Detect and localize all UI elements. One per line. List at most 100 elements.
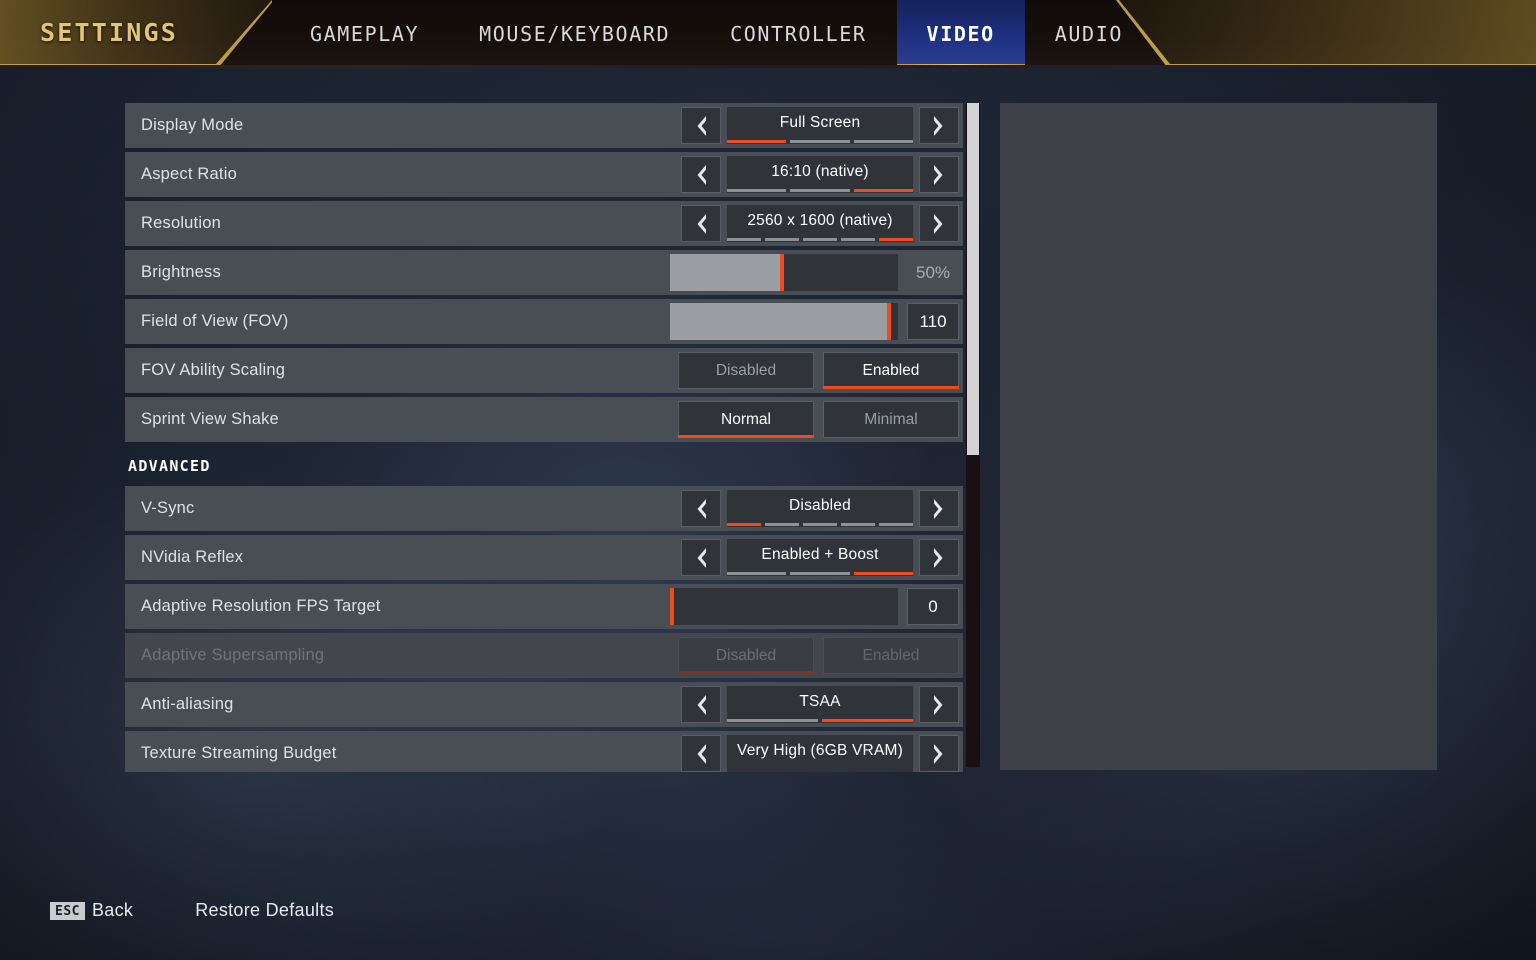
tab-mouse-keyboard[interactable]: MOUSE/KEYBOARD	[449, 0, 700, 68]
setting-label-adaptive-supersampling: Adaptive Supersampling	[141, 646, 325, 664]
chevron-left-icon[interactable]	[681, 107, 721, 144]
setting-control-brightness: 50%	[670, 250, 959, 295]
segment	[853, 572, 913, 575]
segment	[790, 140, 850, 143]
setting-row-nvidia-reflex[interactable]: NVidia Reflex Enabled + Boost	[125, 535, 963, 580]
spinner-value-texture-streaming-budget[interactable]: Very High (6GB VRAM)	[727, 735, 913, 772]
slider-adaptive-resolution-fps-target[interactable]	[670, 588, 898, 625]
toggle-sprint-view-shake-minimal[interactable]: Minimal	[823, 401, 959, 438]
setting-control-nvidia-reflex: Enabled + Boost	[681, 535, 959, 580]
spinner-value-text: 2560 x 1600 (native)	[747, 212, 893, 229]
segment	[841, 523, 875, 526]
chevron-left-icon[interactable]	[681, 686, 721, 723]
toggle-fov-ability-scaling-disabled[interactable]: Disabled	[678, 352, 814, 389]
tab-video[interactable]: VIDEO	[896, 0, 1025, 68]
spinner-value-text: Full Screen	[779, 114, 861, 131]
back-button[interactable]: Back	[92, 900, 133, 921]
value-position-indicator	[727, 523, 913, 526]
setting-label-v-sync: V-Sync	[141, 499, 195, 517]
spinner-value-text: Disabled	[789, 497, 851, 514]
chevron-right-icon[interactable]	[919, 686, 959, 723]
spinner-value-aspect-ratio[interactable]: 16:10 (native)	[727, 156, 913, 193]
setting-row-sprint-view-shake[interactable]: Sprint View Shake Normal Minimal	[125, 397, 963, 442]
chevron-left-icon[interactable]	[681, 490, 721, 527]
slider-handle[interactable]	[887, 303, 892, 340]
page-title: SETTINGS	[40, 18, 179, 47]
chevron-right-icon[interactable]	[919, 539, 959, 576]
chevron-left-icon[interactable]	[681, 205, 721, 242]
tab-controller[interactable]: CONTROLLER	[700, 0, 896, 68]
restore-defaults-button[interactable]: Restore Defaults	[195, 900, 334, 921]
value-position-indicator	[727, 189, 913, 192]
setting-label-brightness: Brightness	[141, 263, 221, 281]
segment	[841, 238, 875, 241]
scrollbar-thumb[interactable]	[967, 103, 979, 455]
segment	[853, 189, 913, 192]
segment	[765, 523, 799, 526]
setting-row-aspect-ratio[interactable]: Aspect Ratio 16:10 (native)	[125, 152, 963, 197]
chevron-right-icon[interactable]	[919, 107, 959, 144]
chevron-left-icon[interactable]	[681, 735, 721, 772]
spinner-value-text: 16:10 (native)	[771, 163, 869, 180]
setting-label-field-of-view: Field of View (FOV)	[141, 312, 289, 330]
chevron-right-icon[interactable]	[919, 490, 959, 527]
spinner-value-resolution[interactable]: 2560 x 1600 (native)	[727, 205, 913, 242]
slider-fill	[670, 303, 892, 340]
tab-gameplay[interactable]: GAMEPLAY	[280, 0, 449, 68]
spinner-value-display-mode[interactable]: Full Screen	[727, 107, 913, 144]
chevron-right-icon[interactable]	[919, 205, 959, 242]
setting-control-adaptive-supersampling: Disabled Enabled	[678, 633, 959, 678]
slider-value-field-of-view: 110	[907, 303, 959, 340]
gold-banner-right	[1116, 0, 1536, 68]
setting-control-field-of-view: 110	[670, 299, 959, 344]
slider-field-of-view[interactable]	[670, 303, 898, 340]
setting-row-brightness[interactable]: Brightness 50%	[125, 250, 963, 295]
toggle-adaptive-supersampling-enabled: Enabled	[823, 637, 959, 674]
tab-audio[interactable]: AUDIO	[1025, 0, 1153, 68]
setting-row-field-of-view[interactable]: Field of View (FOV) 110	[125, 299, 963, 344]
slider-fill	[670, 254, 784, 291]
value-position-indicator	[727, 140, 913, 143]
toggle-sprint-view-shake-normal[interactable]: Normal	[678, 401, 814, 438]
slider-handle[interactable]	[780, 254, 784, 291]
segment	[727, 572, 787, 575]
segment	[727, 140, 787, 143]
footer-bar: ESC Back Restore Defaults	[50, 900, 334, 921]
segment	[803, 523, 837, 526]
segment	[822, 719, 913, 722]
segment	[879, 238, 913, 241]
chevron-right-icon[interactable]	[919, 156, 959, 193]
setting-label-display-mode: Display Mode	[141, 116, 244, 134]
setting-control-v-sync: Disabled	[681, 486, 959, 531]
setting-control-sprint-view-shake: Normal Minimal	[678, 397, 959, 442]
setting-row-v-sync[interactable]: V-Sync Disabled	[125, 486, 963, 531]
chevron-left-icon[interactable]	[681, 539, 721, 576]
setting-label-sprint-view-shake: Sprint View Shake	[141, 410, 279, 428]
segment	[727, 719, 818, 722]
setting-row-adaptive-supersampling: Adaptive Supersampling Disabled Enabled	[125, 633, 963, 678]
spinner-value-text: Enabled + Boost	[761, 546, 879, 563]
setting-row-resolution[interactable]: Resolution 2560 x 1600 (native)	[125, 201, 963, 246]
spinner-value-nvidia-reflex[interactable]: Enabled + Boost	[727, 539, 913, 576]
settings-list: Display Mode Full Screen Aspect Ratio 16:10…	[125, 99, 963, 772]
setting-row-display-mode[interactable]: Display Mode Full Screen	[125, 103, 963, 148]
spinner-value-anti-aliasing[interactable]: TSAA	[727, 686, 913, 723]
slider-brightness[interactable]	[670, 254, 898, 291]
segment	[879, 523, 913, 526]
settings-scrollbar[interactable]	[966, 103, 980, 767]
chevron-left-icon[interactable]	[681, 156, 721, 193]
setting-row-fov-ability-scaling[interactable]: FOV Ability Scaling Disabled Enabled	[125, 348, 963, 393]
setting-row-adaptive-resolution-fps-target[interactable]: Adaptive Resolution FPS Target 0	[125, 584, 963, 629]
value-position-indicator	[727, 572, 913, 575]
value-position-indicator	[727, 719, 913, 722]
setting-control-fov-ability-scaling: Disabled Enabled	[678, 348, 959, 393]
setting-row-anti-aliasing[interactable]: Anti-aliasing TSAA	[125, 682, 963, 727]
setting-label-anti-aliasing: Anti-aliasing	[141, 695, 234, 713]
setting-row-texture-streaming-budget[interactable]: Texture Streaming Budget Very High (6GB V…	[125, 731, 963, 772]
slider-handle[interactable]	[670, 588, 674, 625]
toggle-fov-ability-scaling-enabled[interactable]: Enabled	[823, 352, 959, 389]
chevron-right-icon[interactable]	[919, 735, 959, 772]
setting-label-texture-streaming-budget: Texture Streaming Budget	[141, 744, 337, 762]
setting-control-display-mode: Full Screen	[681, 103, 959, 148]
spinner-value-v-sync[interactable]: Disabled	[727, 490, 913, 527]
